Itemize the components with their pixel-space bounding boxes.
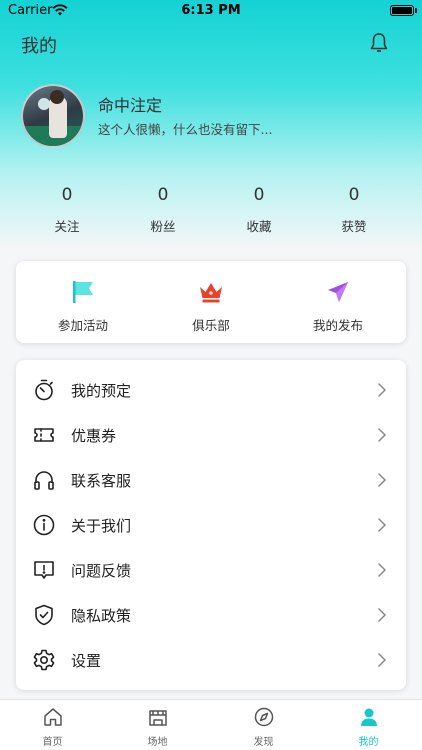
chevron-right-icon <box>378 608 387 622</box>
chevron-right-icon <box>378 473 387 487</box>
club-button[interactable]: 俱乐部 <box>156 279 266 334</box>
battery-tip <box>415 8 417 13</box>
quick-action-label: 我的发布 <box>312 318 363 333</box>
menu-card: 我的预定 优惠券 联系客服 关于我们 问题反馈 隐私政策 设置 <box>16 360 406 690</box>
gear-icon <box>33 649 55 671</box>
stat-likes[interactable]: 0 获赞 <box>306 182 402 235</box>
menu-item-label: 问题反馈 <box>71 562 132 580</box>
chevron-right-icon <box>378 653 387 667</box>
chevron-right-icon <box>378 428 387 442</box>
page-title: 我的 <box>21 36 57 57</box>
chevron-right-icon <box>378 518 387 532</box>
crown-icon <box>200 283 222 303</box>
menu-item-customer-service[interactable]: 联系客服 <box>16 458 406 503</box>
status-bar: Carrier 6:13 PM <box>0 0 422 22</box>
tab-label: 首页 <box>42 737 63 748</box>
stat-favorites[interactable]: 0 收藏 <box>211 182 307 235</box>
compass-icon <box>254 707 273 727</box>
menu-item-label: 设置 <box>71 652 102 670</box>
stat-value: 0 <box>348 185 360 205</box>
menu-item-feedback[interactable]: 问题反馈 <box>16 548 406 593</box>
stat-fans[interactable]: 0 粉丝 <box>115 182 211 235</box>
venue-icon <box>148 710 167 726</box>
home-icon <box>43 708 62 726</box>
tab-label: 我的 <box>358 737 379 748</box>
menu-item-reservations[interactable]: 我的预定 <box>16 368 406 413</box>
info-icon <box>33 514 55 536</box>
quick-action-label: 俱乐部 <box>192 318 230 333</box>
battery-icon <box>390 5 414 16</box>
shield-check-icon <box>35 604 53 626</box>
paper-plane-icon <box>328 282 348 302</box>
stopwatch-icon <box>35 379 53 401</box>
menu-item-label: 隐私政策 <box>71 607 132 625</box>
chevron-right-icon <box>378 383 387 397</box>
menu-item-label: 联系客服 <box>71 472 132 490</box>
menu-item-label: 关于我们 <box>71 517 132 535</box>
menu-item-about-us[interactable]: 关于我们 <box>16 503 406 548</box>
chevron-right-icon <box>378 563 387 577</box>
stat-following[interactable]: 0 关注 <box>19 182 115 235</box>
tab-venue[interactable]: 场地 <box>105 706 210 748</box>
stat-label: 收藏 <box>246 219 272 234</box>
avatar[interactable] <box>21 84 85 148</box>
ticket-icon <box>34 428 54 442</box>
menu-item-settings[interactable]: 设置 <box>16 638 406 683</box>
tab-home[interactable]: 首页 <box>0 706 105 748</box>
stat-label: 粉丝 <box>150 219 176 234</box>
tab-discover[interactable]: 发现 <box>211 706 316 748</box>
stat-label: 获赞 <box>341 219 367 234</box>
quick-action-label: 参加活动 <box>57 318 108 333</box>
headphones-icon <box>34 471 54 490</box>
tab-bar: 首页 场地 发现 我的 <box>0 699 422 750</box>
flag-icon <box>73 281 93 303</box>
menu-item-privacy-policy[interactable]: 隐私政策 <box>16 593 406 638</box>
profile-name[interactable]: 命中注定 <box>98 92 162 116</box>
menu-item-coupons[interactable]: 优惠券 <box>16 413 406 458</box>
stats-row: 0 关注 0 粉丝 0 收藏 0 获赞 <box>0 182 422 236</box>
join-activity-button[interactable]: 参加活动 <box>28 279 138 334</box>
tab-label: 场地 <box>147 737 168 748</box>
tab-label: 发现 <box>253 737 274 748</box>
quick-actions-card: 参加活动 俱乐部 我的发布 <box>16 261 406 343</box>
my-posts-button[interactable]: 我的发布 <box>283 279 393 334</box>
profile-bio: 这个人很懒，什么也没有留下... <box>98 122 273 137</box>
stat-value: 0 <box>157 185 169 205</box>
stat-label: 关注 <box>54 219 80 234</box>
bell-icon[interactable] <box>367 31 391 55</box>
stat-value: 0 <box>61 185 73 205</box>
stat-value: 0 <box>253 185 265 205</box>
tab-mine[interactable]: 我的 <box>316 706 421 748</box>
clock: 6:13 PM <box>181 3 241 18</box>
menu-item-label: 我的预定 <box>71 382 132 400</box>
menu-item-label: 优惠券 <box>71 427 117 445</box>
feedback-icon <box>34 561 54 579</box>
person-icon <box>360 708 377 726</box>
